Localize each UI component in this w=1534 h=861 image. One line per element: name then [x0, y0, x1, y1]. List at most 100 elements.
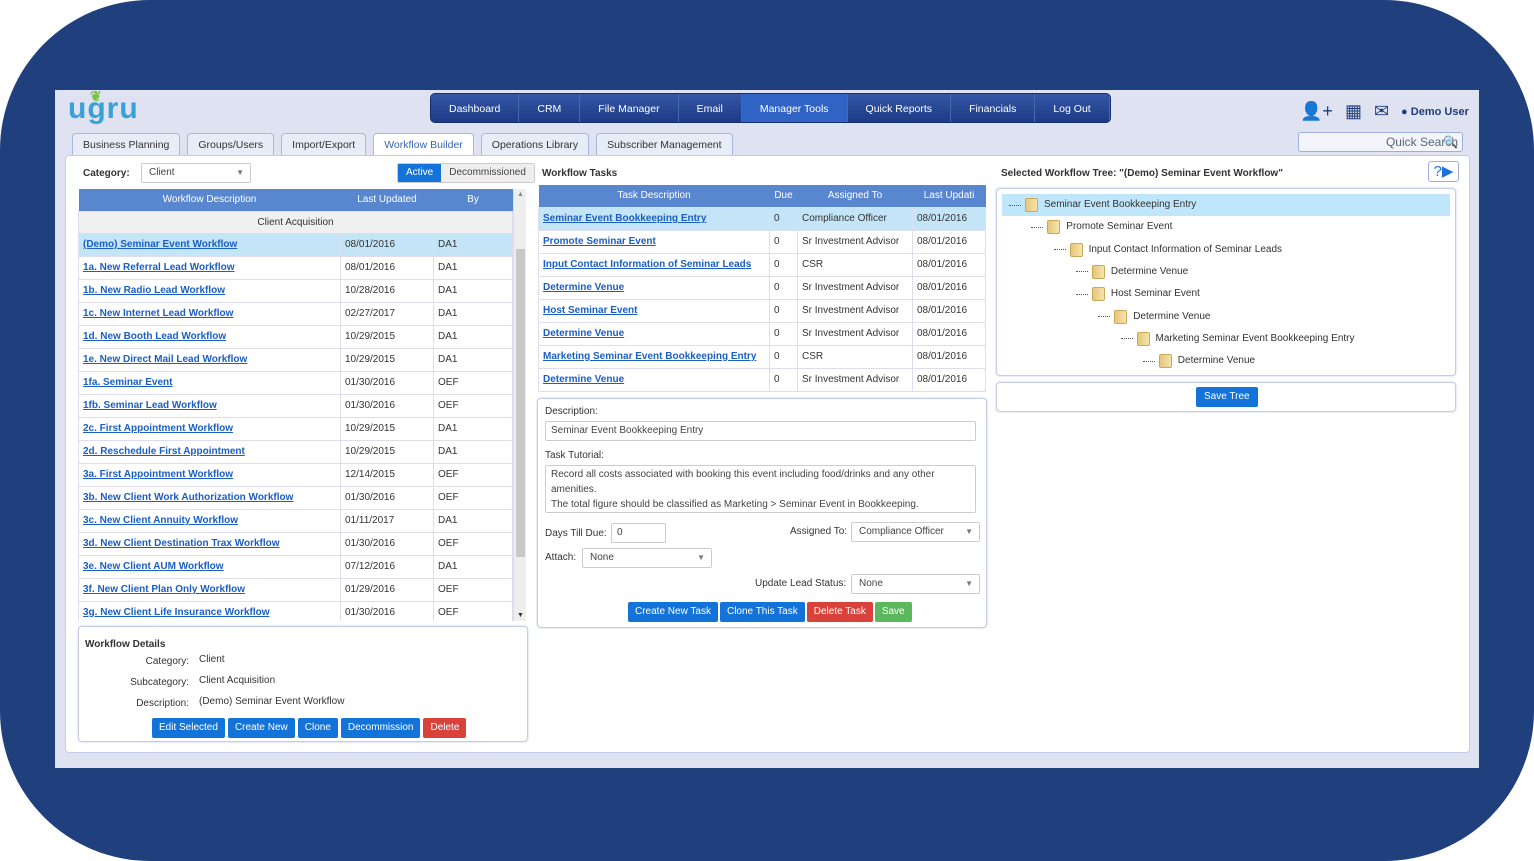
task-row[interactable]: Promote Seminar Event 0 Sr Investment Advi…: [538, 229, 986, 254]
days-input[interactable]: 0: [611, 523, 666, 543]
add-user-icon[interactable]: 👤+: [1300, 101, 1333, 122]
active-toggle[interactable]: Active: [398, 164, 442, 182]
assigned-select[interactable]: Compliance Officer ▼: [851, 522, 980, 542]
tab-import-export[interactable]: Import/Export: [281, 133, 367, 155]
table-row[interactable]: (Demo) Seminar Event Workflow 08/01/2016 D…: [78, 232, 513, 257]
workflow-link[interactable]: 3c. New Client Annuity Workflow: [83, 515, 238, 526]
task-link[interactable]: Seminar Event Bookkeeping Entry: [543, 213, 706, 224]
nav-file-manager[interactable]: File Manager: [580, 94, 679, 122]
task-row[interactable]: Seminar Event Bookkeeping Entry 0 Complian…: [538, 206, 986, 231]
lead-status-select[interactable]: None ▼: [851, 574, 980, 594]
mail-icon[interactable]: ✉: [1374, 101, 1389, 122]
table-row[interactable]: 3c. New Client Annuity Workflow 01/11/201…: [78, 508, 513, 533]
tab-workflow-builder[interactable]: Workflow Builder: [373, 133, 474, 157]
tab-business-planning[interactable]: Business Planning: [72, 133, 181, 155]
table-row[interactable]: 3f. New Client Plan Only Workflow 01/29/2…: [78, 577, 513, 602]
table-row[interactable]: 1e. New Direct Mail Lead Workflow 10/29/2…: [78, 347, 513, 372]
task-row[interactable]: Input Contact Information of Seminar Lea…: [538, 252, 986, 277]
search-icon[interactable]: 🔍: [1443, 133, 1458, 151]
task-link[interactable]: Marketing Seminar Event Bookkeeping Entr…: [543, 351, 756, 362]
col-header[interactable]: By: [433, 189, 513, 211]
workflow-link[interactable]: 3e. New Client AUM Workflow: [83, 561, 224, 572]
table-row[interactable]: 1d. New Booth Lead Workflow 10/29/2015 DA1: [78, 324, 513, 349]
user-menu[interactable]: ● Demo User: [1401, 106, 1469, 118]
scroll-thumb[interactable]: [516, 249, 525, 557]
table-row[interactable]: 3e. New Client AUM Workflow 07/12/2016 DA1: [78, 554, 513, 579]
workflow-link[interactable]: 1d. New Booth Lead Workflow: [83, 331, 226, 342]
task-row[interactable]: Determine Venue 0 Sr Investment Advisor 08/…: [538, 275, 986, 300]
tree-node[interactable]: Input Contact Information of Seminar Lea…: [1053, 239, 1282, 261]
nav-financials[interactable]: Financials: [951, 94, 1036, 122]
table-row[interactable]: 1a. New Referral Lead Workflow 08/01/2016…: [78, 255, 513, 280]
edit-selected-button[interactable]: Edit Selected: [152, 718, 225, 738]
delete-task-button[interactable]: Delete Task: [806, 602, 873, 622]
scroll-up-icon[interactable]: ▲: [517, 191, 524, 198]
task-link[interactable]: Host Seminar Event: [543, 305, 637, 316]
task-link[interactable]: Input Contact Information of Seminar Lea…: [543, 259, 751, 270]
nav-dashboard[interactable]: Dashboard: [431, 94, 520, 122]
save-button[interactable]: Save: [874, 602, 912, 622]
tree-node[interactable]: Promote Seminar Event: [1031, 216, 1172, 238]
workflow-link[interactable]: (Demo) Seminar Event Workflow: [83, 239, 237, 250]
col-header[interactable]: Assigned To: [797, 185, 913, 207]
task-link[interactable]: Promote Seminar Event: [543, 236, 656, 247]
create-task-button[interactable]: Create New Task: [628, 602, 718, 622]
table-row[interactable]: 3g. New Client Life Insurance Workflow 01…: [78, 600, 513, 621]
scrollbar[interactable]: ▲ ▼: [513, 189, 526, 621]
calendar-icon[interactable]: ▦: [1345, 101, 1362, 122]
attach-select[interactable]: None ▼: [582, 548, 712, 568]
workflow-link[interactable]: 1c. New Internet Lead Workflow: [83, 308, 233, 319]
workflow-link[interactable]: 3b. New Client Work Authorization Workfl…: [83, 492, 293, 503]
workflow-link[interactable]: 2d. Reschedule First Appointment: [83, 446, 245, 457]
tutorial-textarea[interactable]: Record all costs associated with booking…: [545, 465, 976, 513]
col-header[interactable]: Task Description: [538, 185, 770, 207]
workflow-link[interactable]: 3g. New Client Life Insurance Workflow: [83, 607, 270, 618]
workflow-link[interactable]: 1a. New Referral Lead Workflow: [83, 262, 235, 273]
workflow-link[interactable]: 3f. New Client Plan Only Workflow: [83, 584, 245, 595]
workflow-link[interactable]: 2c. First Appointment Workflow: [83, 423, 233, 434]
clone-button[interactable]: Clone: [297, 718, 338, 738]
scroll-down-icon[interactable]: ▼: [517, 612, 524, 619]
quick-search-input[interactable]: Quick Search 🔍: [1298, 132, 1463, 152]
save-tree-button[interactable]: Save Tree: [1196, 387, 1258, 407]
tree-node[interactable]: Determine Venue: [1142, 350, 1255, 372]
task-link[interactable]: Determine Venue: [543, 374, 624, 385]
workflow-link[interactable]: 1fa. Seminar Event: [83, 377, 172, 388]
task-row[interactable]: Determine Venue 0 Sr Investment Advisor 08/…: [538, 321, 986, 346]
table-row[interactable]: 3b. New Client Work Authorization Workfl…: [78, 485, 513, 510]
tree-node[interactable]: Host Seminar Event: [1075, 283, 1200, 305]
table-row[interactable]: 1fa. Seminar Event 01/30/2016 OEF: [78, 370, 513, 395]
workflow-link[interactable]: 1b. New Radio Lead Workflow: [83, 285, 225, 296]
decommission-button[interactable]: Decommission: [340, 718, 421, 738]
description-input[interactable]: Seminar Event Bookkeeping Entry: [545, 421, 976, 441]
table-row[interactable]: 3a. First Appointment Workflow 12/14/2015…: [78, 462, 513, 487]
col-header[interactable]: Workflow Description: [78, 189, 341, 211]
nav-quick-reports[interactable]: Quick Reports: [848, 94, 952, 122]
tab-operations-library[interactable]: Operations Library: [480, 133, 590, 155]
col-header[interactable]: Last Updati: [912, 185, 986, 207]
help-play-button[interactable]: ?▶: [1428, 161, 1459, 182]
tab-subscriber-management[interactable]: Subscriber Management: [596, 133, 733, 155]
tree-node[interactable]: Determine Venue: [1098, 306, 1210, 328]
delete-button[interactable]: Delete: [423, 718, 467, 738]
task-row[interactable]: Host Seminar Event 0 Sr Investment Advisor…: [538, 298, 986, 323]
nav-crm[interactable]: CRM: [519, 94, 581, 122]
category-select[interactable]: Client ▼: [141, 163, 251, 183]
tab-groups-users[interactable]: Groups/Users: [187, 133, 275, 155]
decommissioned-toggle[interactable]: Decommissioned: [441, 164, 534, 182]
tree-node[interactable]: Marketing Seminar Event Bookkeeping Entr…: [1120, 328, 1355, 350]
task-row[interactable]: Determine Venue 0 Sr Investment Advisor 08/…: [538, 367, 986, 392]
clone-task-button[interactable]: Clone This Task: [719, 602, 805, 622]
create-new-button[interactable]: Create New: [227, 718, 295, 738]
table-row[interactable]: 3d. New Client Destination Trax Workflow…: [78, 531, 513, 556]
logo[interactable]: ❦ ugru: [68, 88, 139, 126]
col-header[interactable]: Due: [769, 185, 798, 207]
nav-manager-tools[interactable]: Manager Tools: [741, 94, 848, 122]
workflow-link[interactable]: 3d. New Client Destination Trax Workflow: [83, 538, 280, 549]
nav-log-out[interactable]: Log Out: [1035, 94, 1110, 122]
tree-node[interactable]: Seminar Event Bookkeeping Entry: [1002, 194, 1450, 216]
task-link[interactable]: Determine Venue: [543, 328, 624, 339]
table-row[interactable]: 1b. New Radio Lead Workflow 10/28/2016 DA1: [78, 278, 513, 303]
table-row[interactable]: 1fb. Seminar Lead Workflow 01/30/2016 OEF: [78, 393, 513, 418]
workflow-link[interactable]: 1fb. Seminar Lead Workflow: [83, 400, 217, 411]
